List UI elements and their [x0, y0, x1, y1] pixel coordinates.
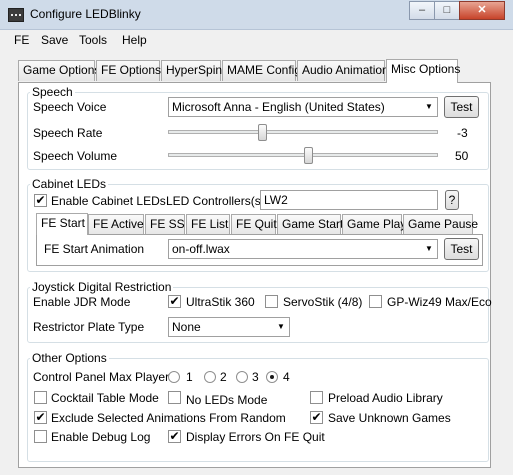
restrictor-plate-label: Restrictor Plate Type [33, 320, 145, 334]
speech-volume-value: 50 [455, 149, 469, 163]
players-radio-2[interactable] [204, 371, 216, 383]
subtab-fe-quit[interactable]: FE Quit [231, 214, 277, 235]
jdr-group-label: Joystick Digital Restriction [30, 280, 174, 294]
check-mark-icon: ✔ [311, 410, 322, 424]
speech-volume-label: Speech Volume [33, 149, 118, 163]
help-button[interactable]: ? [445, 190, 459, 210]
tab-misc-options[interactable]: Misc Options [386, 59, 460, 83]
enable-cabinet-leds-checkbox[interactable]: ✔ [34, 194, 47, 207]
players-radio-1[interactable] [168, 371, 180, 383]
subtab-fe-active[interactable]: FE Active [88, 214, 144, 235]
tab-mame-config[interactable]: MAME Config [222, 60, 301, 81]
speech-group-label: Speech [30, 85, 75, 99]
led-controllers-label: LED Controllers(s) [166, 194, 265, 208]
save-unknown-games-checkbox[interactable]: ✔ [310, 411, 323, 424]
speech-voice-select[interactable]: Microsoft Anna - English (United States)… [168, 97, 438, 117]
preload-audio-checkbox[interactable] [310, 391, 323, 404]
debug-log-label: Enable Debug Log [51, 430, 151, 444]
enable-cabinet-leds-label: Enable Cabinet LEDs [51, 194, 166, 208]
ultrastik-checkbox[interactable]: ✔ [168, 295, 181, 308]
fe-start-test-button[interactable]: Test [444, 238, 479, 260]
speech-rate-slider[interactable] [258, 124, 267, 141]
players-radio-4[interactable] [266, 371, 278, 383]
exclude-animations-checkbox[interactable]: ✔ [34, 411, 47, 424]
tab-hyperspin[interactable]: HyperSpin [161, 60, 222, 81]
check-mark-icon: ✔ [169, 294, 180, 308]
subtab-fe-list[interactable]: FE List [186, 214, 230, 235]
servostik-checkbox[interactable] [265, 295, 278, 308]
enable-jdr-label: Enable JDR Mode [33, 295, 131, 309]
fe-start-animation-label: FE Start Animation [44, 242, 145, 256]
subtab-game-pause[interactable]: Game Pause [403, 214, 478, 235]
no-leds-checkbox[interactable] [168, 391, 181, 404]
gp-wiz49-label: GP-Wiz49 Max/Eco [387, 295, 492, 309]
players-label-1: 1 [186, 370, 193, 384]
subtab-game-play[interactable]: Game Play [342, 214, 406, 235]
subtab-fe-start[interactable]: FE Start [36, 213, 88, 235]
no-leds-label: No LEDs Mode [186, 393, 268, 407]
fe-start-animation-value: on-off.lwax [172, 242, 230, 256]
speech-test-button[interactable]: Test [444, 96, 479, 118]
cabinet-leds-group-label: Cabinet LEDs [30, 177, 109, 191]
menu-help[interactable]: Help [122, 33, 147, 47]
preload-audio-label: Preload Audio Library [328, 391, 443, 405]
menu-tools[interactable]: Tools [79, 33, 107, 47]
speech-voice-label: Speech Voice [33, 100, 107, 114]
subtab-fe-ss[interactable]: FE SS [145, 214, 185, 235]
chevron-down-icon: ▼ [277, 322, 285, 331]
close-button[interactable]: ✕ [459, 1, 505, 20]
cocktail-table-checkbox[interactable] [34, 391, 47, 404]
speech-rate-track [168, 130, 438, 134]
led-controllers-input[interactable]: LW2 [260, 190, 438, 210]
speech-rate-value: -3 [457, 126, 468, 140]
chevron-down-icon: ▼ [425, 102, 433, 111]
fe-start-animation-select[interactable]: on-off.lwax ▼ [168, 239, 438, 259]
exclude-animations-label: Exclude Selected Animations From Random [51, 411, 286, 425]
restrictor-plate-value: None [172, 320, 201, 334]
other-options-group-label: Other Options [30, 351, 109, 365]
speech-volume-slider[interactable] [303, 147, 313, 164]
cocktail-table-label: Cocktail Table Mode [51, 391, 159, 405]
tab-fe-options[interactable]: FE Options [96, 60, 161, 81]
servostik-label: ServoStik (4/8) [283, 295, 363, 309]
display-errors-label: Display Errors On FE Quit [186, 430, 325, 444]
save-unknown-games-label: Save Unknown Games [328, 411, 451, 425]
tab-audio-animation[interactable]: Audio Animation [297, 60, 389, 81]
menu-fe[interactable]: FE [14, 33, 29, 47]
speech-rate-label: Speech Rate [33, 126, 103, 140]
ultrastik-label: UltraStik 360 [186, 295, 255, 309]
debug-log-checkbox[interactable] [34, 430, 47, 443]
players-label-4: 4 [283, 370, 290, 384]
restrictor-plate-select[interactable]: None ▼ [168, 317, 290, 337]
menu-save[interactable]: Save [41, 33, 68, 47]
tab-game-options[interactable]: Game Options [18, 60, 100, 81]
check-mark-icon: ✔ [35, 193, 46, 207]
title-bar[interactable]: Configure LEDBlinky – □ ✕ [0, 0, 513, 30]
players-radio-3[interactable] [236, 371, 248, 383]
maximize-button[interactable]: □ [434, 1, 460, 20]
menu-bar: FE Save Tools Help [0, 30, 513, 52]
players-label-3: 3 [252, 370, 259, 384]
players-label-2: 2 [220, 370, 227, 384]
app-grid-icon [8, 8, 24, 22]
chevron-down-icon: ▼ [425, 244, 433, 253]
gp-wiz49-checkbox[interactable] [369, 295, 382, 308]
check-mark-icon: ✔ [35, 410, 46, 424]
display-errors-checkbox[interactable]: ✔ [168, 430, 181, 443]
window-title: Configure LEDBlinky [30, 7, 141, 21]
minimize-button[interactable]: – [409, 1, 435, 20]
check-mark-icon: ✔ [169, 429, 180, 443]
max-players-label: Control Panel Max Players [33, 370, 176, 384]
subtab-game-start[interactable]: Game Start [277, 214, 343, 235]
speech-voice-value: Microsoft Anna - English (United States) [172, 100, 385, 114]
